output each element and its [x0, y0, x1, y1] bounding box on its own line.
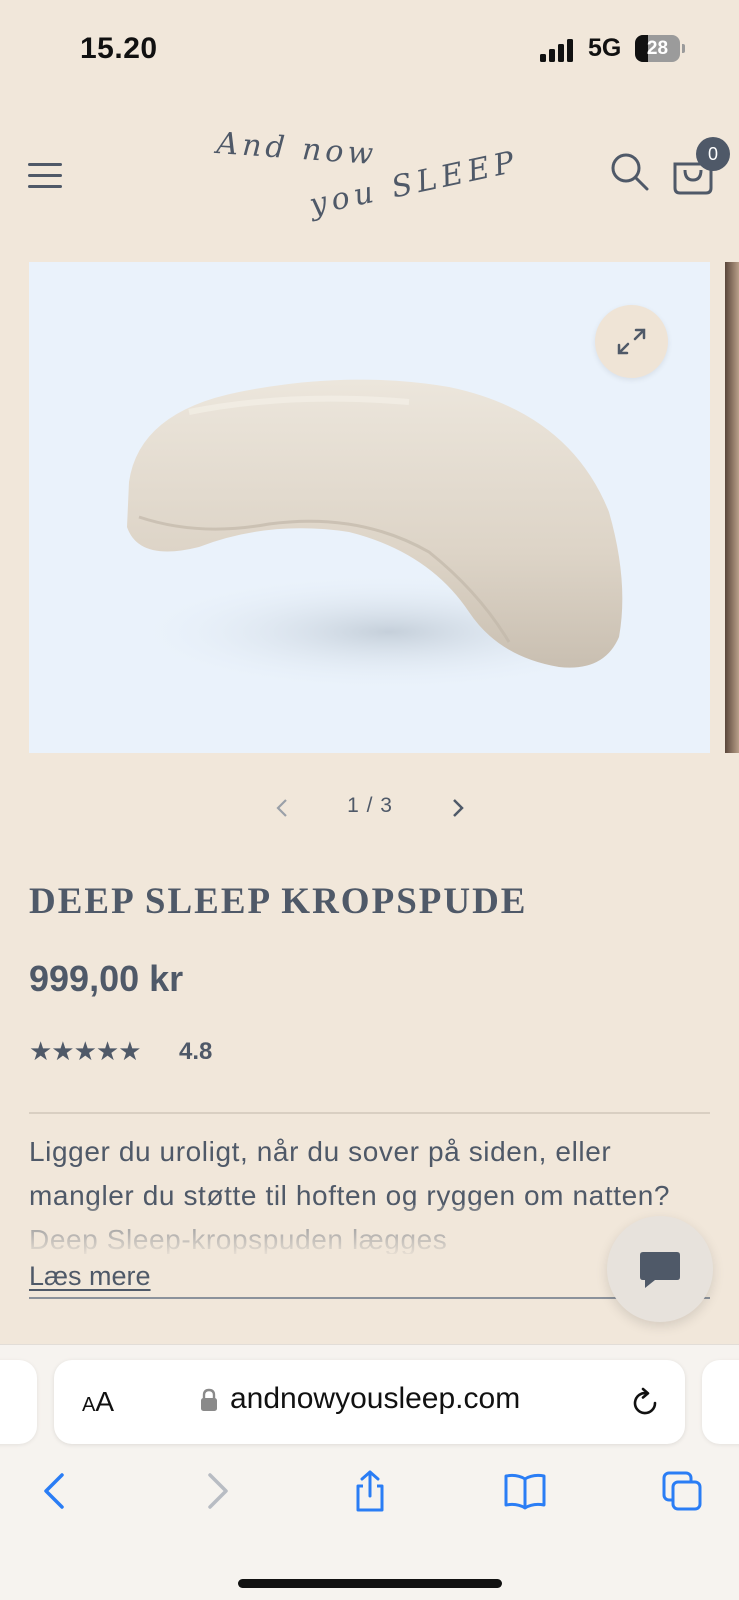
- back-icon[interactable]: [34, 1469, 78, 1513]
- site-header: And now you SLEEP 0: [0, 110, 739, 240]
- product-price: 999,00 kr: [29, 958, 184, 999]
- chat-button[interactable]: [607, 1216, 713, 1322]
- site-logo[interactable]: And now you SLEEP: [210, 115, 530, 225]
- chevron-right-icon[interactable]: [446, 790, 470, 826]
- next-slide-preview[interactable]: [725, 262, 739, 753]
- network-type: 5G: [588, 34, 622, 62]
- pager-count: 1 / 3: [347, 794, 393, 817]
- signal-icon: [540, 38, 578, 62]
- logo-line-1: And now: [212, 126, 378, 172]
- status-time: 15.20: [80, 32, 158, 65]
- zoom-button[interactable]: [595, 305, 668, 378]
- divider: [29, 1112, 710, 1114]
- reload-icon[interactable]: [629, 1386, 661, 1418]
- chat-icon: [640, 1252, 680, 1288]
- previous-tab[interactable]: [0, 1360, 37, 1444]
- share-icon[interactable]: [348, 1469, 392, 1513]
- aa-small: A: [82, 1394, 96, 1416]
- cart-count-badge: 0: [696, 137, 730, 171]
- gallery-pager: 1 / 3: [0, 790, 739, 826]
- tabs-icon[interactable]: [660, 1469, 704, 1513]
- url-text: andnowyousleep.com: [230, 1382, 521, 1415]
- lock-icon: [201, 1388, 217, 1411]
- aa-large: A: [95, 1386, 115, 1417]
- forward-icon[interactable]: [194, 1469, 238, 1513]
- status-bar: 15.20 5G 28: [0, 0, 739, 96]
- bookmarks-icon[interactable]: [503, 1469, 547, 1513]
- product-title: DEEP SLEEP KROPSPUDE: [29, 881, 528, 922]
- search-icon[interactable]: [610, 152, 650, 192]
- browser-chrome: AA andnowyousleep.com: [0, 1344, 739, 1600]
- next-tab[interactable]: [702, 1360, 739, 1444]
- battery-icon: 28: [635, 35, 685, 62]
- chevron-left-icon[interactable]: [270, 790, 294, 826]
- battery-percent: 28: [646, 38, 669, 59]
- hamburger-icon[interactable]: [28, 163, 64, 189]
- address-bar[interactable]: AA andnowyousleep.com: [54, 1360, 685, 1444]
- read-more-link[interactable]: Læs mere: [29, 1261, 151, 1292]
- home-indicator: [238, 1579, 502, 1588]
- expand-icon: [617, 328, 646, 355]
- reader-options-button[interactable]: AA: [82, 1386, 114, 1418]
- rating-value: 4.8: [179, 1038, 213, 1065]
- rating-stars: ★★★★★: [29, 1036, 142, 1066]
